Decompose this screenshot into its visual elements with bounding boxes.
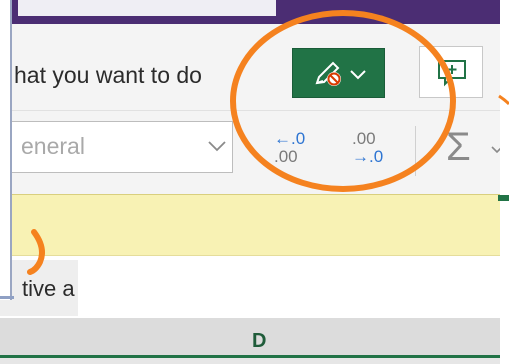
pencil-no-edit-icon: [315, 61, 341, 86]
comments-button[interactable]: [419, 46, 483, 98]
number-format-value: eneral: [21, 133, 85, 159]
side-pane-edge-bottom: [0, 296, 14, 299]
increase-decimal-button[interactable]: ←.0 .00: [274, 130, 316, 170]
decrease-decimal-bottom: →.0: [352, 147, 384, 166]
ribbon-divider: [0, 110, 500, 111]
formula-bar-text[interactable]: tive a: [22, 276, 75, 302]
autosum-icon[interactable]: Σ: [446, 124, 471, 170]
chevron-down-icon: [208, 141, 226, 152]
editing-mode-button[interactable]: [292, 48, 385, 98]
window-right-accent: [498, 195, 509, 201]
comment-icon: [438, 60, 466, 87]
protected-view-bar: [0, 194, 500, 256]
title-bar-panel: [18, 0, 276, 16]
ribbon-group-divider: [415, 126, 416, 176]
number-format-dropdown[interactable]: eneral: [10, 121, 233, 173]
increase-decimal-bottom: .00: [274, 147, 298, 166]
tell-me-search[interactable]: hat you want to do: [14, 62, 202, 89]
column-header-d-label: D: [252, 330, 267, 352]
side-pane-edge: [0, 0, 12, 300]
window-right-edge: [500, 0, 509, 364]
increase-decimal-top: ←.0: [274, 129, 306, 148]
decrease-decimal-top: .00: [352, 129, 376, 148]
chevron-down-icon: [350, 70, 366, 80]
decrease-decimal-button[interactable]: .00 →.0: [352, 130, 394, 170]
